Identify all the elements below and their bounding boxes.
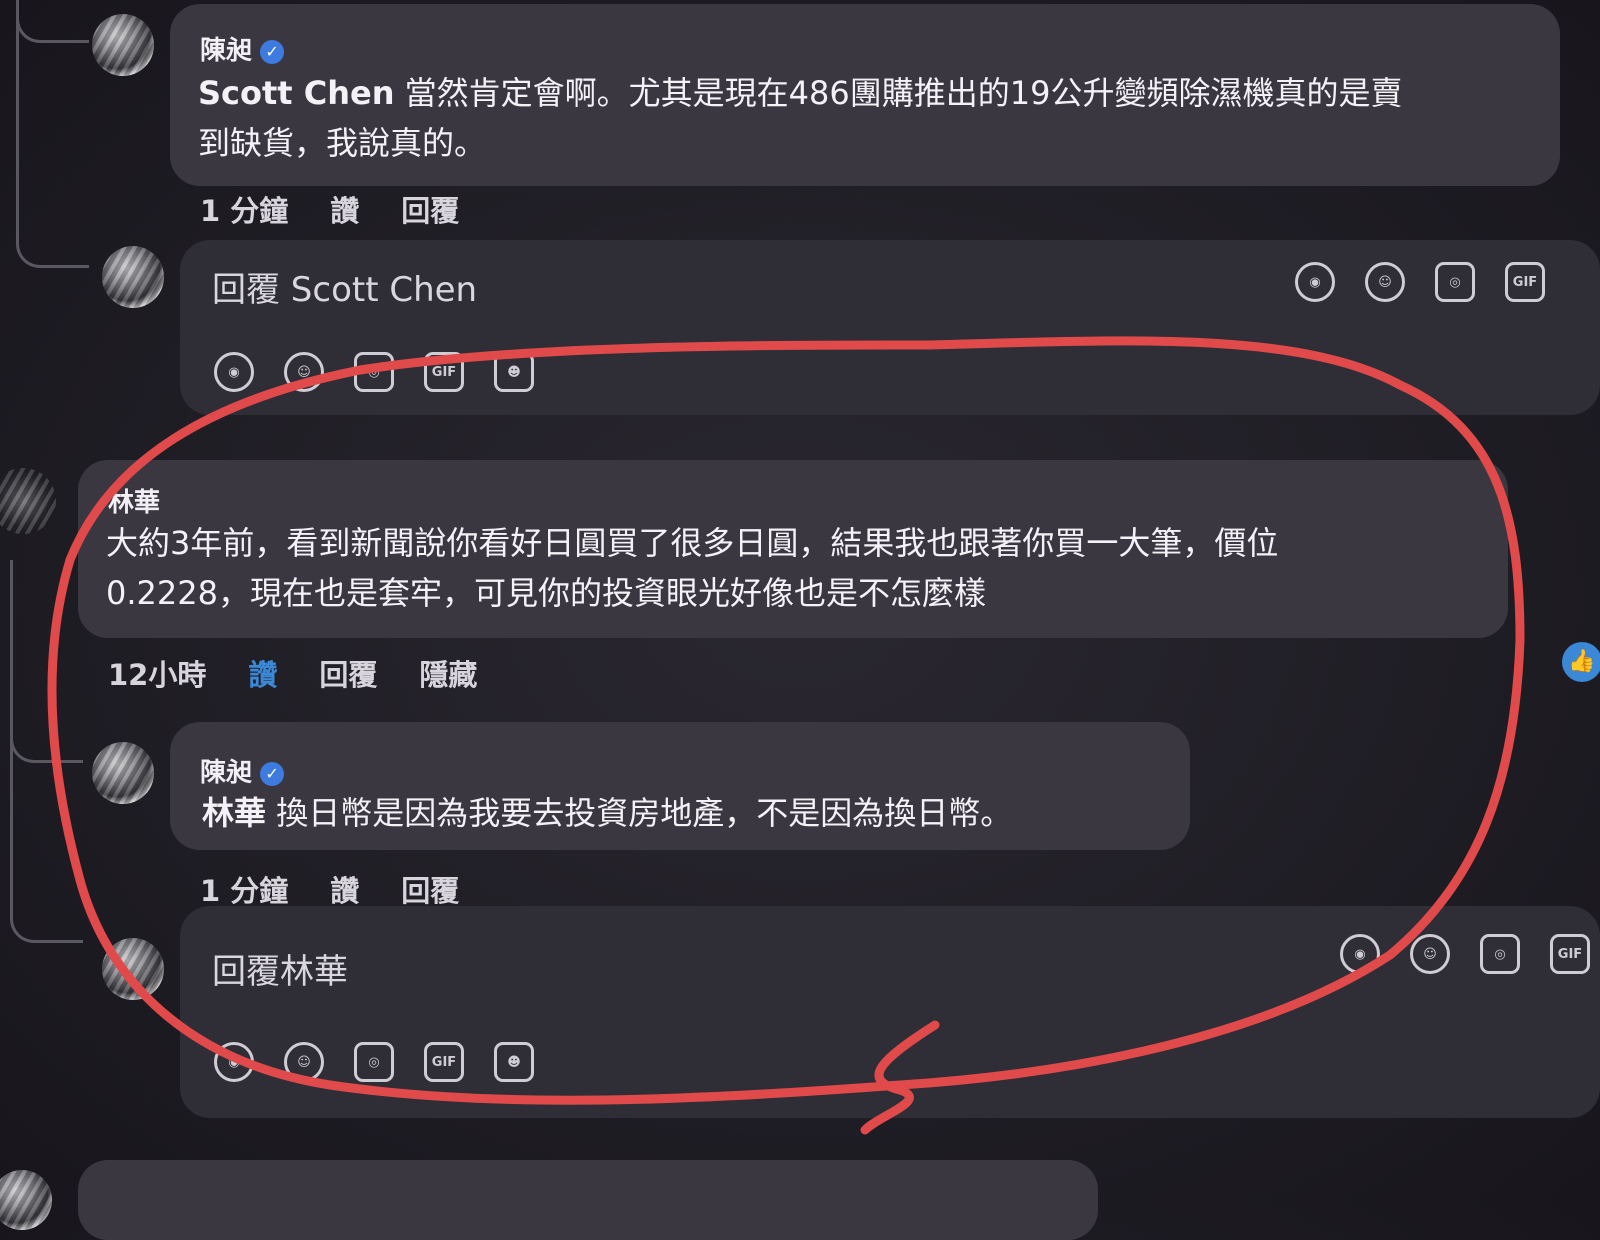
emoji-icon[interactable]: ☺ (1365, 262, 1405, 302)
camera-icon[interactable]: ◎ (1435, 262, 1475, 302)
thread-line-top-composer (16, 20, 89, 268)
emoji-icon[interactable]: ☺ (284, 1042, 324, 1082)
avatar[interactable] (102, 938, 164, 1000)
reply-input[interactable]: 回覆林華 (212, 944, 348, 993)
camera-icon[interactable]: ◎ (1480, 934, 1520, 974)
avatar-sticker-icon[interactable]: ◉ (214, 352, 254, 392)
like-reaction-icon[interactable]: 👍 (1562, 642, 1600, 682)
timestamp[interactable]: 12小時 (108, 652, 206, 694)
avatar[interactable] (102, 246, 164, 308)
like-button[interactable]: 讚 (330, 868, 359, 910)
camera-icon[interactable]: ◎ (354, 352, 394, 392)
gif-icon[interactable]: GIF (424, 1042, 464, 1082)
emoji-icon[interactable]: ☺ (1410, 934, 1450, 974)
comment-text: 林華 換日幣是因為我要去投資房地產，不是因為換日幣。 (202, 794, 1013, 832)
avatar[interactable] (0, 468, 56, 534)
author-name[interactable]: 陳昶 (200, 36, 252, 66)
avatar[interactable] (92, 14, 154, 76)
gif-icon[interactable]: GIF (424, 352, 464, 392)
avatar-sticker-icon[interactable]: ◉ (1340, 934, 1380, 974)
verified-badge-icon: ✓ (260, 761, 285, 786)
verified-badge-icon: ✓ (260, 39, 285, 64)
comment-text: 大約3年前，看到新聞說你看好日圓買了很多日圓，結果我也跟著你買一大筆，價位 0.… (106, 524, 1279, 612)
reply-button[interactable]: 回覆 (401, 188, 459, 230)
composer-toolbar-left: ◉ ☺ ◎ GIF ☻ (214, 1042, 534, 1082)
sticker-icon[interactable]: ☻ (494, 1042, 534, 1082)
composer-toolbar-right: ◉ ☺ ◎ GIF (1295, 262, 1545, 302)
avatar[interactable] (0, 1170, 52, 1230)
comment-author[interactable]: 陳昶 ✓ (200, 752, 285, 789)
comment-author[interactable]: 林華 (108, 482, 160, 519)
comment-bubble (78, 1160, 1098, 1240)
comment-text: Scott Chen 當然肯定會啊。尤其是現在486團購推出的19公升變頻除濕機… (198, 74, 1403, 162)
gif-icon[interactable]: GIF (1505, 262, 1545, 302)
reply-button[interactable]: 回覆 (319, 652, 377, 694)
comment-actions: 1 分鐘 讚 回覆 (200, 868, 459, 910)
hide-button[interactable]: 隱藏 (419, 652, 477, 694)
gif-icon[interactable]: GIF (1550, 934, 1590, 974)
timestamp[interactable]: 1 分鐘 (200, 868, 288, 910)
avatar[interactable] (92, 742, 154, 804)
mention-link[interactable]: Scott Chen (198, 74, 394, 112)
comment-actions: 12小時 讚 回覆 隱藏 (108, 652, 477, 694)
mention-link[interactable]: 林華 (202, 794, 266, 832)
like-button[interactable]: 讚 (248, 652, 277, 694)
comment-author[interactable]: 陳昶 ✓ (200, 30, 285, 67)
comment-actions: 1 分鐘 讚 回覆 (200, 188, 459, 230)
emoji-icon[interactable]: ☺ (284, 352, 324, 392)
sticker-icon[interactable]: ☻ (494, 352, 534, 392)
composer-toolbar-right: ◉ ☺ ◎ GIF (1340, 934, 1590, 974)
composer-toolbar-left: ◉ ☺ ◎ GIF ☻ (214, 352, 534, 392)
reply-button[interactable]: 回覆 (401, 868, 459, 910)
thread-line-lower-composer (10, 700, 83, 943)
avatar-sticker-icon[interactable]: ◉ (1295, 262, 1335, 302)
avatar-sticker-icon[interactable]: ◉ (214, 1042, 254, 1082)
camera-icon[interactable]: ◎ (354, 1042, 394, 1082)
reply-input[interactable]: 回覆 Scott Chen (212, 262, 477, 311)
author-name[interactable]: 陳昶 (200, 758, 252, 788)
like-button[interactable]: 讚 (330, 188, 359, 230)
timestamp[interactable]: 1 分鐘 (200, 188, 288, 230)
